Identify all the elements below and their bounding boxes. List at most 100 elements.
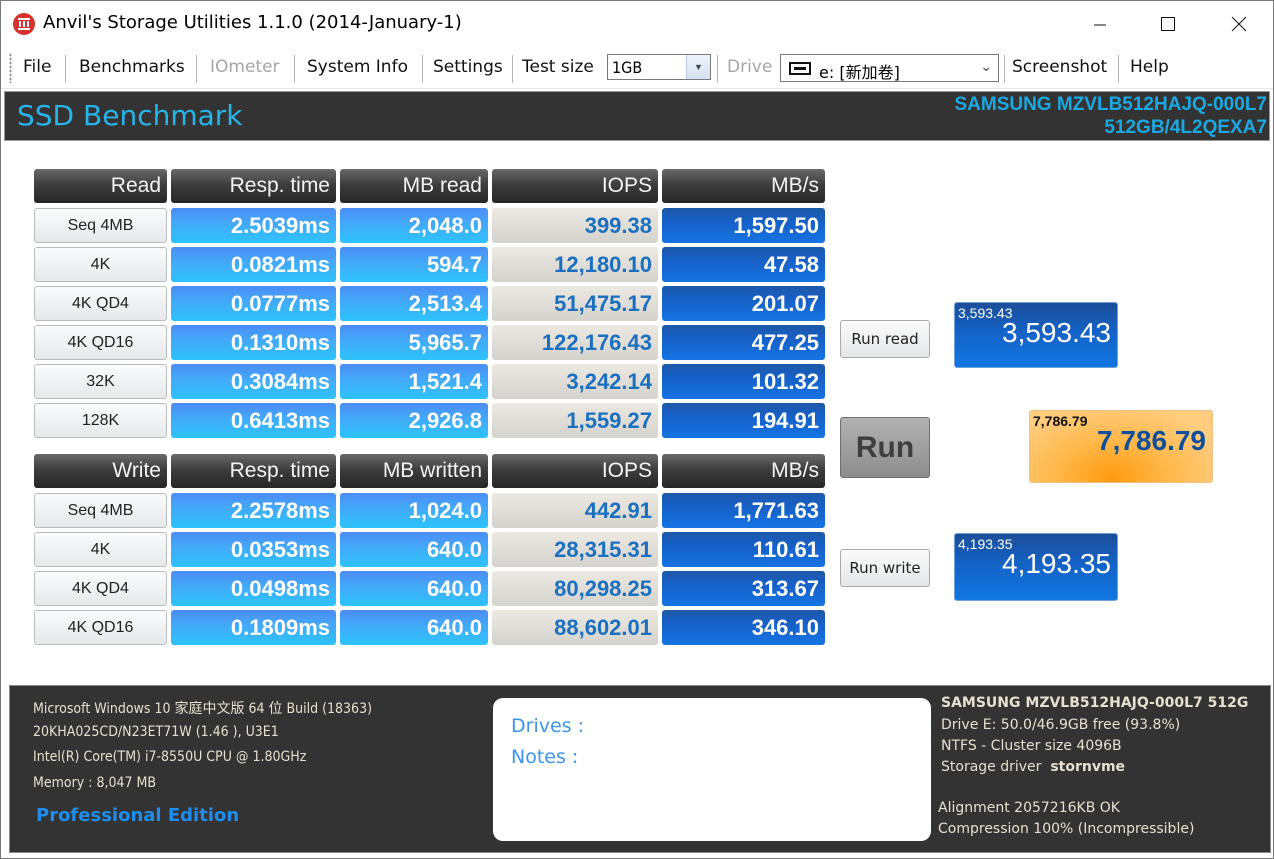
filesystem-info: NTFS - Cluster size 4096B xyxy=(941,738,1122,754)
run-button[interactable]: Run xyxy=(840,417,930,478)
read-header-test: Read xyxy=(34,169,167,203)
write-score: 4,193.35 4,193.35 xyxy=(954,533,1118,601)
memory-info: Memory : 8,047 MB xyxy=(33,775,157,791)
write-iops-cell: 28,315.31 xyxy=(492,532,658,567)
read-resp-time-cell: 0.0777ms xyxy=(171,286,336,321)
read-resp-time-cell: 0.6413ms xyxy=(171,403,336,438)
read-score: 3,593.43 3,593.43 xyxy=(954,302,1118,368)
total-score-small: 7,786.79 xyxy=(1033,413,1088,429)
write-test-label[interactable]: 4K xyxy=(34,532,167,567)
benchmark-header: SSD Benchmark SAMSUNG MZVLB512HAJQ-000L7… xyxy=(4,91,1270,141)
notes-box[interactable]: Drives : Notes : xyxy=(493,698,931,841)
drive-select[interactable]: e: [新加卷] ⌄ xyxy=(780,54,999,82)
maximize-icon xyxy=(1161,17,1175,31)
read-resp-time-cell: 0.1310ms xyxy=(171,325,336,360)
write-mbs-cell: 313.67 xyxy=(662,571,825,606)
run-write-button[interactable]: Run write xyxy=(840,549,930,587)
read-resp-time-cell: 2.5039ms xyxy=(171,208,336,243)
bios-info: 20KHA025CD/N23ET71W (1.46 ), U3E1 xyxy=(33,724,279,740)
read-test-label[interactable]: Seq 4MB xyxy=(34,208,167,243)
read-iops-cell: 399.38 xyxy=(492,208,658,243)
write-resp-time-cell: 2.2578ms xyxy=(171,493,336,528)
write-mbs-cell: 1,771.63 xyxy=(662,493,825,528)
test-size-select[interactable]: 1GB ▼ xyxy=(607,54,711,80)
read-mbs-cell: 101.32 xyxy=(662,364,825,399)
toolbar-separator xyxy=(294,55,295,83)
drive-model-name: SAMSUNG MZVLB512HAJQ-000L7 xyxy=(954,94,1267,115)
read-header-resp-time: Resp. time xyxy=(171,169,336,203)
maximize-button[interactable] xyxy=(1133,1,1203,47)
run-read-button[interactable]: Run read xyxy=(840,320,930,358)
toolbar-separator xyxy=(65,55,66,83)
read-mb-cell: 2,048.0 xyxy=(340,208,488,243)
page-title: SSD Benchmark xyxy=(17,99,243,132)
read-mb-cell: 594.7 xyxy=(340,247,488,282)
menu-settings[interactable]: Settings xyxy=(433,57,503,77)
write-header-mbs: MB/s xyxy=(662,454,825,488)
alignment-info: Alignment 2057216KB OK xyxy=(938,800,1120,816)
read-test-label[interactable]: 4K QD4 xyxy=(34,286,167,321)
write-mb-cell: 1,024.0 xyxy=(340,493,488,528)
test-size-value: 1GB xyxy=(612,58,643,77)
title-bar: Anvil's Storage Utilities 1.1.0 (2014-Ja… xyxy=(1,1,1273,47)
read-score-value: 3,593.43 xyxy=(1002,317,1111,348)
write-mbs-cell: 346.10 xyxy=(662,610,825,645)
read-iops-cell: 3,242.14 xyxy=(492,364,658,399)
read-iops-cell: 1,559.27 xyxy=(492,403,658,438)
menu-file[interactable]: File xyxy=(23,57,51,77)
drive-free-space: Drive E: 50.0/46.9GB free (93.8%) xyxy=(941,717,1181,733)
storage-driver-value: stornvme xyxy=(1050,759,1126,775)
toolbar-grip[interactable] xyxy=(9,53,12,83)
os-info: Microsoft Windows 10 家庭中文版 64 位 Build (1… xyxy=(33,701,373,717)
toolbar-separator xyxy=(1004,55,1005,83)
menu-benchmarks[interactable]: Benchmarks xyxy=(79,57,185,77)
storage-driver-label: Storage driver xyxy=(941,759,1042,775)
minimize-button[interactable] xyxy=(1065,1,1135,47)
storage-driver: Storage driver stornvme xyxy=(941,759,1125,775)
read-iops-cell: 51,475.17 xyxy=(492,286,658,321)
read-resp-time-cell: 0.0821ms xyxy=(171,247,336,282)
toolbar-separator xyxy=(717,55,718,83)
read-mbs-cell: 201.07 xyxy=(662,286,825,321)
read-header-mb: MB read xyxy=(340,169,488,203)
write-test-label[interactable]: 4K QD4 xyxy=(34,571,167,606)
menu-system-info[interactable]: System Info xyxy=(307,57,408,77)
menu-iometer[interactable]: IOmeter xyxy=(210,57,280,77)
write-header-mb: MB written xyxy=(340,454,488,488)
write-test-label[interactable]: 4K QD16 xyxy=(34,610,167,645)
edition-label: Professional Edition xyxy=(36,805,240,826)
write-test-label[interactable]: Seq 4MB xyxy=(34,493,167,528)
read-test-label[interactable]: 32K xyxy=(34,364,167,399)
write-header-iops: IOPS xyxy=(492,454,658,488)
window-title: Anvil's Storage Utilities 1.1.0 (2014-Ja… xyxy=(43,12,462,33)
read-mbs-cell: 477.25 xyxy=(662,325,825,360)
read-test-label[interactable]: 4K xyxy=(34,247,167,282)
dropdown-arrow-icon[interactable]: ▼ xyxy=(686,55,710,79)
read-test-label[interactable]: 4K QD16 xyxy=(34,325,167,360)
read-resp-time-cell: 0.3084ms xyxy=(171,364,336,399)
write-score-value: 4,193.35 xyxy=(1002,548,1111,579)
close-icon xyxy=(1231,16,1247,32)
toolbar-separator xyxy=(422,55,423,83)
read-mbs-cell: 194.91 xyxy=(662,403,825,438)
read-test-label[interactable]: 128K xyxy=(34,403,167,438)
chevron-down-icon[interactable]: ⌄ xyxy=(980,58,992,75)
write-header-test: Write xyxy=(34,454,167,488)
close-button[interactable] xyxy=(1204,1,1274,47)
drive-model-footer: SAMSUNG MZVLB512HAJQ-000L7 512G xyxy=(941,695,1249,711)
read-mbs-cell: 47.58 xyxy=(662,247,825,282)
compression-info: Compression 100% (Incompressible) xyxy=(938,821,1195,837)
write-mb-cell: 640.0 xyxy=(340,610,488,645)
read-mb-cell: 2,926.8 xyxy=(340,403,488,438)
write-mbs-cell: 110.61 xyxy=(662,532,825,567)
read-mb-cell: 1,521.4 xyxy=(340,364,488,399)
notes-label: Notes : xyxy=(511,746,579,768)
menu-help[interactable]: Help xyxy=(1130,57,1169,77)
app-window: Anvil's Storage Utilities 1.1.0 (2014-Ja… xyxy=(0,0,1274,859)
menu-screenshot[interactable]: Screenshot xyxy=(1012,57,1107,77)
write-header-resp-time: Resp. time xyxy=(171,454,336,488)
toolbar-separator xyxy=(196,55,197,83)
drive-model-capacity-firmware: 512GB/4L2QEXA7 xyxy=(1104,117,1267,138)
read-iops-cell: 12,180.10 xyxy=(492,247,658,282)
drive-model-header: SAMSUNG MZVLB512HAJQ-000L7 512GB/4L2QEXA… xyxy=(954,93,1267,139)
